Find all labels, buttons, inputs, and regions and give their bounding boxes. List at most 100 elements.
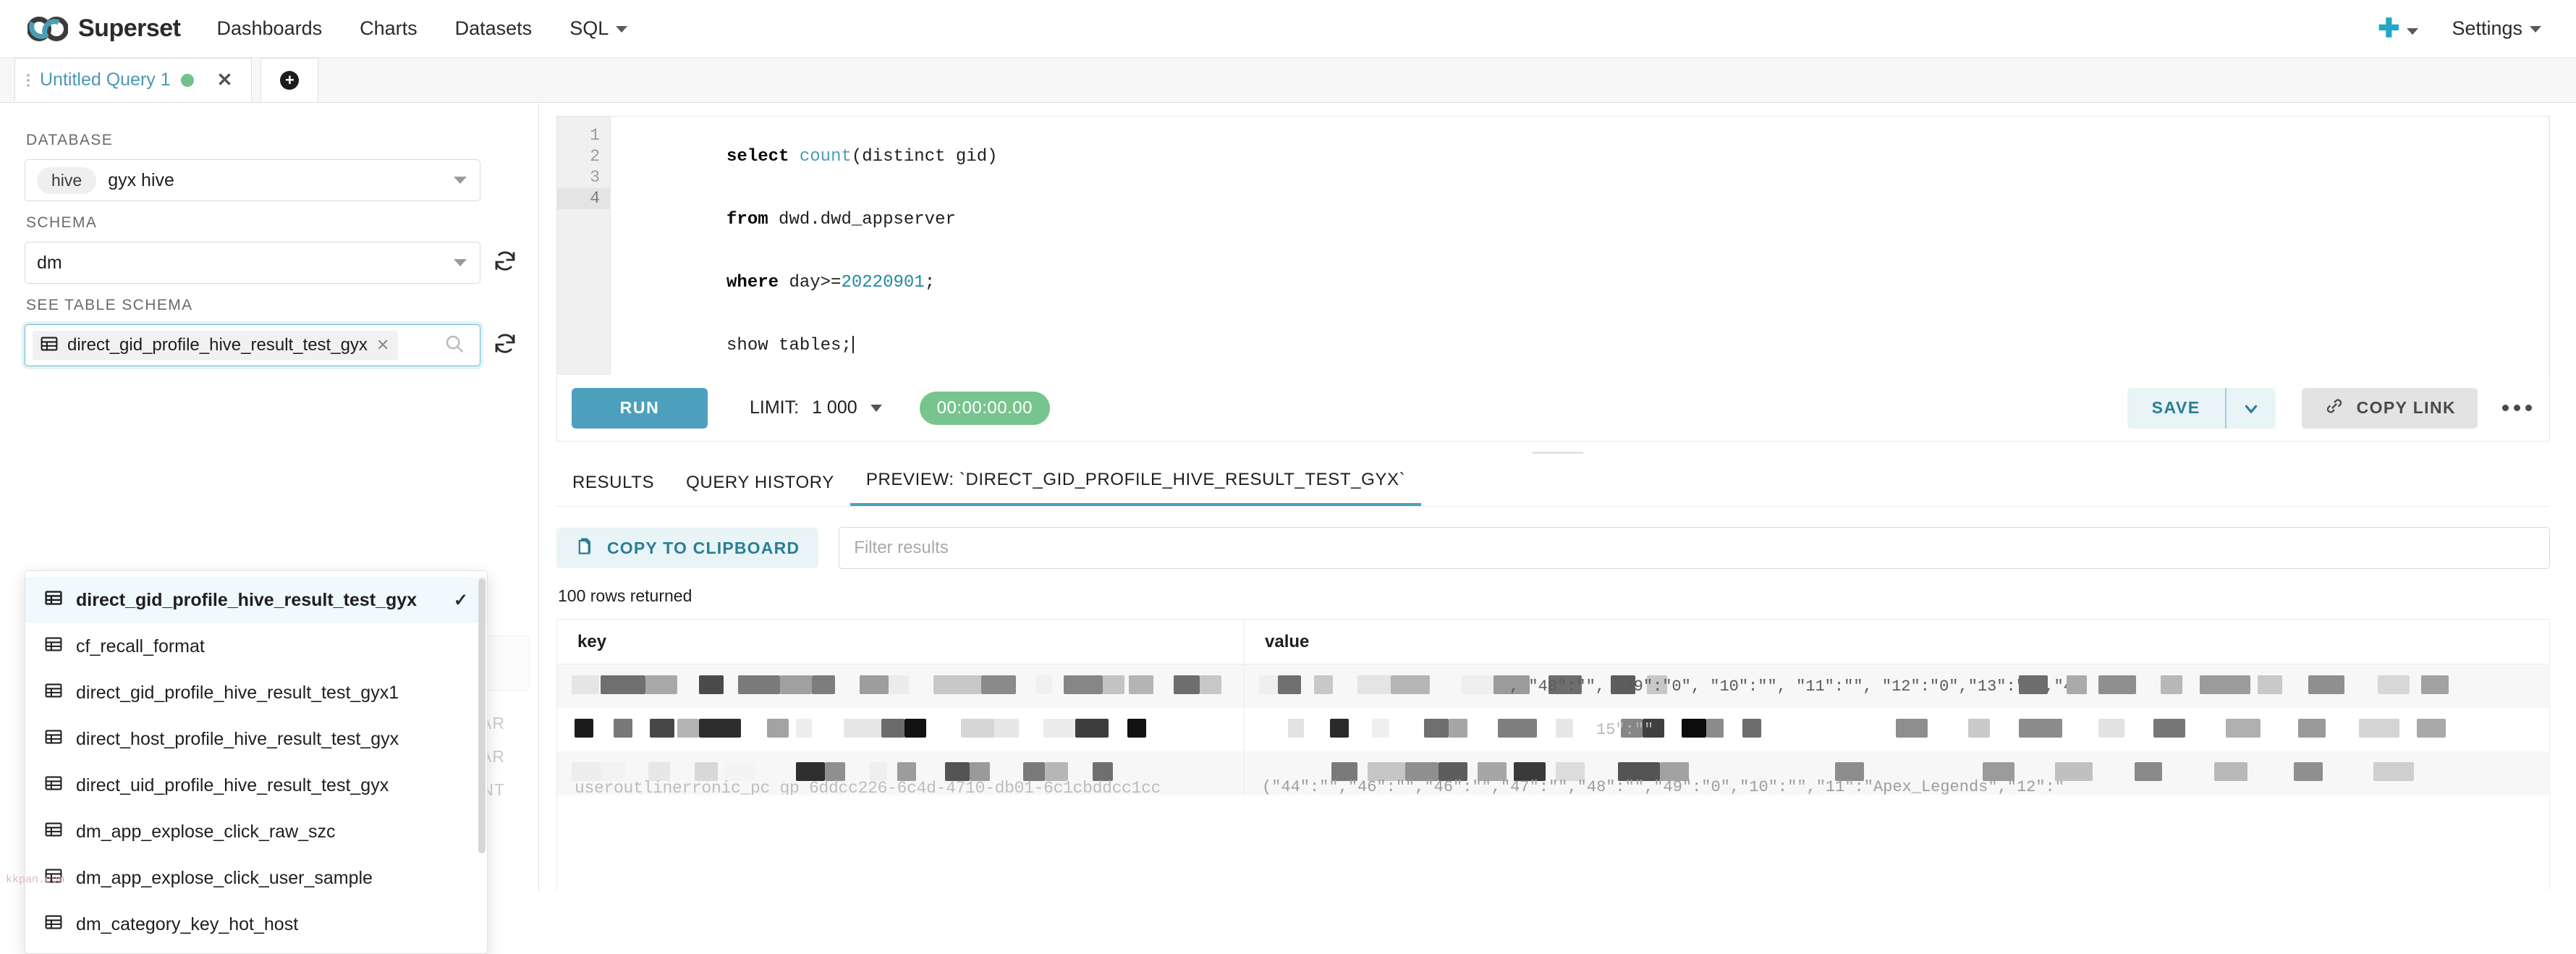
table-row[interactable]: useroutlinerronic_pc gp 6ddcc226-6c4d-47… (557, 751, 2549, 795)
database-select[interactable]: hive gyx hive (25, 159, 480, 201)
line-number: 3 (590, 168, 600, 187)
close-icon[interactable]: ✕ (217, 69, 233, 91)
dropdown-option[interactable]: direct_gid_profile_hive_result_test_gyx1 (25, 670, 487, 716)
table-icon (44, 588, 63, 612)
dropdown-option[interactable]: direct_host_profile_hive_result_test_gyx (25, 716, 487, 762)
query-tab-label: Untitled Query 1 (40, 69, 171, 90)
nav-charts[interactable]: Charts (360, 17, 418, 40)
row-ghost-text: useroutlinerronic_pc gp 6ddcc226-6c4d-47… (575, 779, 1161, 795)
copy-to-clipboard-button[interactable]: COPY TO CLIPBOARD (556, 528, 819, 568)
brand-name: Superset (78, 14, 181, 42)
nav-datasets-label: Datasets (454, 17, 533, 39)
superset-logo[interactable]: Superset (27, 14, 181, 43)
table-schema-row: direct_gid_profile_hive_result_test_gyx … (25, 324, 515, 366)
tab-query-history[interactable]: QUERY HISTORY (670, 473, 850, 506)
plus-circle-icon: + (280, 70, 300, 90)
limit-value: 1 000 (812, 397, 857, 418)
dropdown-option[interactable]: cf_recall_format (25, 623, 487, 670)
save-dropdown-button[interactable] (2224, 387, 2276, 429)
sql-keyword: select (726, 147, 789, 166)
navbar-right: ✚ Settings (2378, 15, 2549, 42)
sql-text: day>= (779, 273, 842, 292)
nav-dashboards[interactable]: Dashboards (217, 17, 323, 40)
dropdown-option-label: dm_app_explose_click_user_sample (76, 867, 373, 888)
schema-value: dm (37, 252, 62, 273)
dropdown-option-label: dm_app_explose_click_raw_szc (76, 821, 336, 842)
line-number: 1 (590, 126, 600, 145)
dropdown-option[interactable]: dm_category_key_hot_host (25, 901, 487, 947)
editor-code-area[interactable]: select count(distinct gid) from dwd.dwd_… (611, 117, 2549, 375)
sql-function: count (799, 147, 852, 166)
table-icon (44, 820, 63, 844)
clipboard-icon (575, 536, 596, 560)
save-button[interactable]: SAVE (2127, 387, 2225, 429)
dropdown-option-label: direct_gid_profile_hive_result_test_gyx (76, 589, 418, 610)
refresh-schema-icon[interactable] (492, 248, 518, 278)
cell-key-redacted (557, 664, 1245, 708)
table-icon (44, 913, 63, 937)
search-icon (444, 333, 465, 358)
run-toolbar-right: SAVE COPY LINK (2127, 387, 2535, 429)
limit-dropdown[interactable]: LIMIT: 1 000 (750, 397, 882, 418)
query-tab-strip: Untitled Query 1 ✕ + (0, 58, 2576, 103)
run-button[interactable]: RUN (572, 387, 708, 429)
copy-link-button[interactable]: COPY LINK (2301, 387, 2478, 429)
new-item-button[interactable]: ✚ (2378, 15, 2419, 42)
clear-icon[interactable]: ✕ (376, 336, 389, 355)
table-select-combobox[interactable]: direct_gid_profile_hive_result_test_gyx … (25, 324, 480, 366)
dropdown-option[interactable]: dm_app_explose_click_user_sample (25, 855, 487, 901)
nav-sql-label: SQL (569, 17, 609, 39)
value-partial-text: 15":"" (1596, 721, 1654, 739)
tab-preview[interactable]: PREVIEW: `DIRECT_GID_PROFILE_HIVE_RESULT… (850, 470, 1422, 506)
tab-results[interactable]: RESULTS (556, 473, 670, 506)
dropdown-scrollbar[interactable] (478, 578, 486, 853)
cell-value-partial: ("44":"","46":"","46":"","47":"","48":""… (1245, 751, 2549, 795)
sql-text: show tables; (726, 336, 852, 355)
check-icon: ✓ (453, 590, 468, 610)
value-partial-text: ("44":"","46":"","46":"","47":"","48":""… (1262, 778, 2064, 795)
database-label: DATABASE (26, 132, 114, 148)
add-query-tab-button[interactable]: + (260, 58, 319, 102)
database-value: gyx hive (108, 169, 174, 190)
right-editor-panel: 1 2 3 4 select count(distinct gid) from … (539, 103, 2576, 890)
column-header-key[interactable]: key (557, 620, 1245, 664)
table-icon (44, 774, 63, 798)
database-backend-pill: hive (37, 166, 97, 194)
filter-results-input[interactable]: Filter results (839, 527, 2550, 569)
copy-to-clipboard-label: COPY TO CLIPBOARD (607, 538, 800, 557)
sql-editor[interactable]: 1 2 3 4 select count(distinct gid) from … (556, 116, 2550, 375)
refresh-tables-icon[interactable] (492, 331, 518, 360)
results-table: key value , "48":"", "49":"0", "10":"", … (556, 619, 2550, 890)
schema-select[interactable]: dm (25, 242, 480, 284)
dropdown-option-label: direct_gid_profile_hive_result_test_gyx1 (76, 682, 399, 703)
more-options-icon[interactable] (2502, 405, 2532, 411)
cell-value-partial: 15":"" (1245, 708, 2549, 751)
table-row[interactable]: 15":"" (557, 708, 2549, 751)
schema-label: SCHEMA (26, 214, 98, 231)
settings-menu[interactable]: Settings (2452, 17, 2541, 40)
line-number: 4 (557, 188, 610, 209)
line-number: 2 (590, 147, 600, 166)
nav-sql[interactable]: SQL (569, 17, 628, 40)
dropdown-option-label: direct_uid_profile_hive_result_test_gyx (76, 774, 389, 795)
dropdown-option[interactable]: dm_app_explose_click_raw_szc (25, 809, 487, 855)
code-line-1: select count(distinct gid) (622, 125, 2549, 188)
chevron-down-icon (2407, 28, 2419, 35)
table-header-row: key value (557, 620, 2549, 664)
schema-row: dm (25, 242, 515, 284)
panel-resize-handle[interactable] (539, 444, 2576, 460)
chevron-down-icon (2530, 26, 2541, 33)
settings-label: Settings (2452, 17, 2522, 39)
nav-datasets[interactable]: Datasets (455, 17, 533, 40)
query-tab-untitled-query-1[interactable]: Untitled Query 1 ✕ (14, 58, 253, 102)
table-select-dropdown: direct_gid_profile_hive_result_test_gyx … (25, 570, 488, 954)
column-header-value[interactable]: value (1245, 620, 2549, 664)
drag-handle-icon[interactable] (27, 73, 30, 87)
sql-space (789, 147, 799, 166)
code-line-2: from dwd.dwd_appserver (622, 188, 2549, 251)
chevron-down-icon (454, 177, 467, 184)
sqllab-stage: DATABASE hive gyx hive SCHEMA dm SEE TAB… (0, 103, 2576, 954)
dropdown-option[interactable]: direct_uid_profile_hive_result_test_gyx (25, 762, 487, 809)
dropdown-option[interactable]: direct_gid_profile_hive_result_test_gyx … (25, 577, 487, 623)
table-row[interactable]: , "48":"", "49":"0", "10":"", "11":"", "… (557, 664, 2549, 708)
